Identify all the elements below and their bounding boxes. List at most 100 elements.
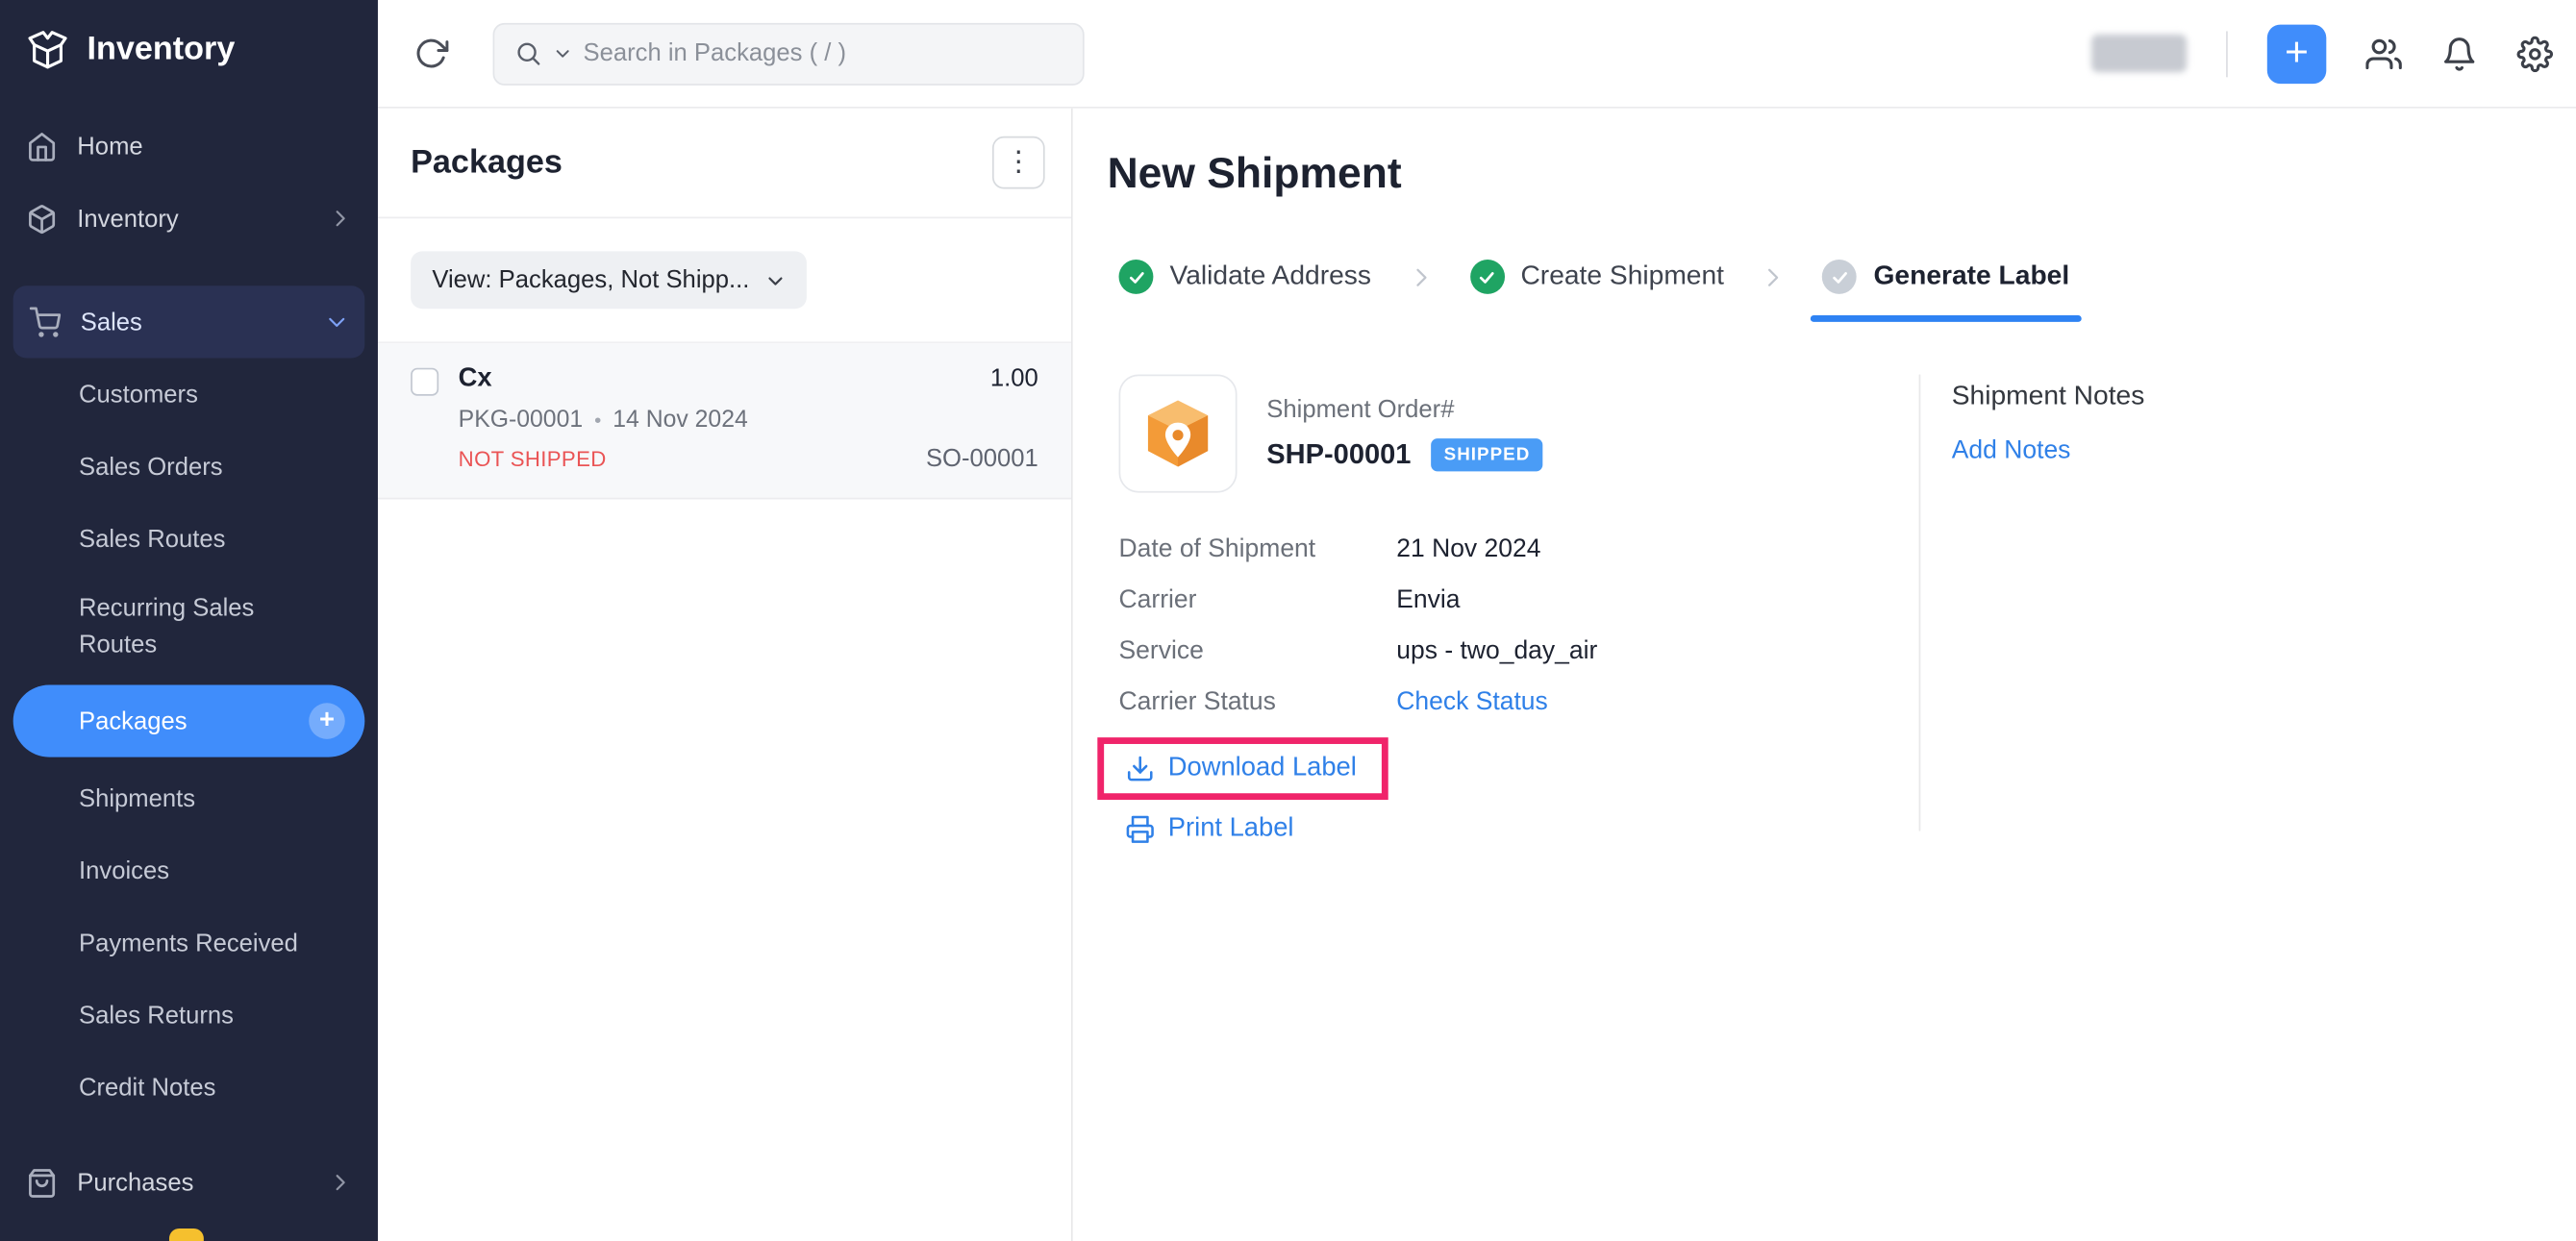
step-label: Create Shipment <box>1520 261 1724 292</box>
quick-create-button[interactable]: + <box>2267 24 2327 84</box>
sidebar-item-label: Recurring Sales Routes <box>79 591 302 663</box>
shipment-body: Shipment Order# SHP-00001 SHIPPED Date o… <box>1108 375 2537 853</box>
sidebar-item-sales-returns[interactable]: Sales Returns <box>0 979 378 1051</box>
field-carrier: Carrier Envia <box>1119 584 1919 617</box>
shipment-notes-section: Shipment Notes Add Notes <box>1920 375 2144 853</box>
package-checkbox[interactable] <box>411 368 438 396</box>
step-check-icon <box>1119 260 1154 294</box>
sidebar-item-recurring-sales-routes[interactable]: Recurring Sales Routes <box>0 575 378 680</box>
package-list-item[interactable]: Cx 1.00 PKG-00001 • 14 Nov 2024 NOT SHIP… <box>378 343 1071 499</box>
packages-list: Cx 1.00 PKG-00001 • 14 Nov 2024 NOT SHIP… <box>378 343 1071 499</box>
chevron-right-icon <box>1761 263 1787 289</box>
sidebar-item-sales-orders[interactable]: Sales Orders <box>0 431 378 503</box>
shipment-fields: Date of Shipment 21 Nov 2024 Carrier Env… <box>1119 534 1919 719</box>
orange-package-pin-icon <box>1140 396 1216 472</box>
download-icon <box>1125 754 1155 783</box>
plus-icon: + <box>2285 33 2309 74</box>
download-label-text: Download Label <box>1168 754 1357 783</box>
shipment-order-number: SHP-00001 <box>1266 438 1411 471</box>
sidebar-item-customers[interactable]: Customers <box>0 358 378 430</box>
field-date-of-shipment: Date of Shipment 21 Nov 2024 <box>1119 534 1919 566</box>
package-icon <box>26 203 57 234</box>
sidebar-item-label: Customers <box>79 381 198 409</box>
sidebar-item-label: Packages <box>79 707 188 735</box>
search-input[interactable] <box>584 39 1063 67</box>
field-label: Service <box>1119 635 1397 668</box>
step-label: Validate Address <box>1169 261 1370 292</box>
step-label: Generate Label <box>1873 261 2069 292</box>
sidebar: Inventory Home Inventory Sales Customers… <box>0 0 378 1241</box>
sidebar-item-payments-received[interactable]: Payments Received <box>0 906 378 979</box>
sidebar-item-invoices[interactable]: Invoices <box>0 834 378 906</box>
package-item-content: Cx 1.00 PKG-00001 • 14 Nov 2024 NOT SHIP… <box>459 364 1038 473</box>
app-logo[interactable]: Inventory <box>0 0 378 93</box>
step-check-icon <box>1823 260 1858 294</box>
sidebar-item-label: Invoices <box>79 856 169 884</box>
search-scope-chevron-icon[interactable] <box>554 44 572 62</box>
sidebar-item-credit-notes[interactable]: Credit Notes <box>0 1051 378 1123</box>
field-service: Service ups - two_day_air <box>1119 635 1919 668</box>
sidebar-item-label: Sales Returns <box>79 1001 234 1029</box>
shipment-stepper: Validate Address Create Shipment <box>1119 260 2537 294</box>
sidebar-item-purchases[interactable]: Purchases <box>0 1147 378 1219</box>
sidebar-nav: Home Inventory Sales Customers Sales Ord… <box>0 110 378 1218</box>
shipment-order-label: Shipment Order# <box>1266 396 1543 424</box>
sidebar-item-sales[interactable]: Sales <box>13 285 365 358</box>
sidebar-item-sales-routes[interactable]: Sales Routes <box>0 503 378 575</box>
packages-panel-header: Packages ⋮ <box>378 109 1071 218</box>
field-carrier-status: Carrier Status Check Status <box>1119 686 1919 719</box>
field-label: Carrier Status <box>1119 686 1397 719</box>
page-title: New Shipment <box>1108 148 2537 199</box>
sidebar-item-packages[interactable]: Packages + <box>13 684 365 757</box>
ellipsis-icon: ⋮ <box>1005 146 1033 179</box>
view-filter-dropdown[interactable]: View: Packages, Not Shipp... <box>411 251 807 309</box>
users-icon <box>2365 36 2402 72</box>
field-value: Envia <box>1396 584 1460 617</box>
org-name-redacted <box>2091 35 2187 72</box>
chevron-right-icon <box>329 207 352 230</box>
check-status-link[interactable]: Check Status <box>1396 686 1548 719</box>
print-label-text: Print Label <box>1168 814 1294 844</box>
settings-button[interactable] <box>2516 36 2553 72</box>
shipment-details: Shipment Order# SHP-00001 SHIPPED Date o… <box>1119 375 1919 853</box>
package-date: 14 Nov 2024 <box>613 408 748 434</box>
sidebar-item-inventory[interactable]: Inventory <box>0 183 378 255</box>
package-thumbnail <box>1119 375 1238 493</box>
package-name: Cx <box>459 364 492 394</box>
notifications-button[interactable] <box>2441 36 2478 72</box>
sidebar-item-label: Sales Orders <box>79 453 223 481</box>
help-widget-icon[interactable] <box>169 1229 204 1241</box>
print-label-link[interactable]: Print Label <box>1125 814 1293 844</box>
page: Inventory Home Inventory Sales Customers… <box>0 0 2576 1241</box>
content: Packages ⋮ View: Packages, Not Shipp... <box>378 109 2576 1241</box>
add-notes-link[interactable]: Add Notes <box>1952 436 2145 466</box>
highlight-annotation-box: Download Label <box>1097 737 1388 800</box>
chevron-right-icon <box>329 1171 352 1194</box>
step-create-shipment[interactable]: Create Shipment <box>1469 260 1724 294</box>
field-label: Carrier <box>1119 584 1397 617</box>
sidebar-item-label: Sales <box>81 308 142 335</box>
print-label-row: Print Label <box>1125 814 1918 852</box>
sidebar-item-label: Inventory <box>77 205 178 233</box>
panel-title: Packages <box>411 143 563 181</box>
search-bar[interactable] <box>493 22 1085 85</box>
chevron-down-icon <box>765 270 786 290</box>
package-id: PKG-00001 <box>459 408 583 434</box>
step-generate-label[interactable]: Generate Label <box>1823 260 2070 294</box>
package-status: NOT SHIPPED <box>459 447 607 472</box>
field-value: ups - two_day_air <box>1396 635 1597 668</box>
panel-more-button[interactable]: ⋮ <box>992 137 1045 189</box>
add-package-icon[interactable]: + <box>309 703 345 739</box>
step-validate-address[interactable]: Validate Address <box>1119 260 1371 294</box>
sidebar-item-home[interactable]: Home <box>0 110 378 182</box>
cart-icon <box>30 307 61 337</box>
view-filter-label: View: Packages, Not Shipp... <box>432 266 749 294</box>
refresh-button[interactable] <box>414 37 449 71</box>
status-badge: SHIPPED <box>1431 438 1543 471</box>
users-button[interactable] <box>2365 36 2402 72</box>
bell-icon <box>2441 36 2478 72</box>
sales-subnav: Customers Sales Orders Sales Routes Recu… <box>0 358 378 1123</box>
download-label-link[interactable]: Download Label <box>1125 754 1356 783</box>
sidebar-item-shipments[interactable]: Shipments <box>0 762 378 834</box>
topbar-actions: + <box>2091 24 2553 84</box>
